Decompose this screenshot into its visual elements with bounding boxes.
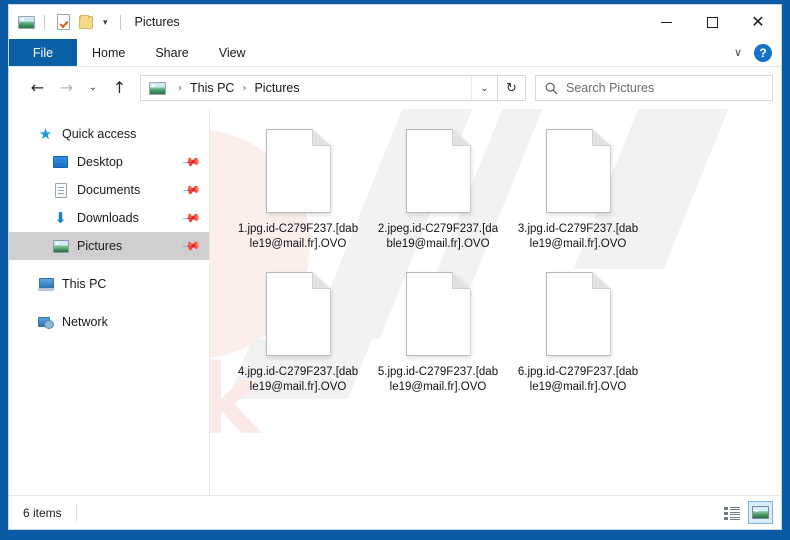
sidebar-item-label: Pictures <box>77 239 123 253</box>
file-list-pane[interactable]: risk 1.jpg.id-C279F237.[dable19@mail.fr]… <box>210 109 781 495</box>
sidebar-item-label: Desktop <box>77 155 123 169</box>
help-icon[interactable]: ? <box>754 43 772 62</box>
pin-icon[interactable]: 📌 <box>181 236 201 256</box>
minimize-icon <box>660 21 672 23</box>
minimize-button[interactable] <box>643 5 689 39</box>
sidebar-item-label: Network <box>62 315 108 329</box>
file-item[interactable]: 1.jpg.id-C279F237.[dable19@mail.fr].OVO <box>228 123 368 253</box>
pictures-icon[interactable] <box>17 13 35 31</box>
file-item[interactable]: 2.jpeg.id-C279F237.[dable19@mail.fr].OVO <box>368 123 508 253</box>
sidebar-item-documents[interactable]: Documents 📌 <box>9 176 209 204</box>
sidebar-item-desktop[interactable]: Desktop 📌 <box>9 148 209 176</box>
large-icons-view-icon <box>752 506 769 519</box>
generic-file-icon <box>265 129 331 213</box>
recent-locations-icon[interactable]: ⌄ <box>81 74 105 102</box>
sidebar-item-this-pc[interactable]: This PC <box>9 270 209 298</box>
sidebar-item-pictures[interactable]: Pictures 📌 <box>9 232 209 260</box>
file-item[interactable]: 3.jpg.id-C279F237.[dable19@mail.fr].OVO <box>508 123 648 253</box>
tab-home[interactable]: Home <box>77 39 140 66</box>
new-folder-icon[interactable] <box>77 13 95 31</box>
toolbar-divider-2 <box>119 14 121 30</box>
breadcrumb-this-pc[interactable]: This PC <box>188 81 236 95</box>
sidebar-item-label: This PC <box>62 277 107 291</box>
file-item[interactable]: 5.jpg.id-C279F237.[dable19@mail.fr].OVO <box>368 266 508 396</box>
file-item[interactable]: 6.jpg.id-C279F237.[dable19@mail.fr].OVO <box>508 266 648 396</box>
star-icon: ★ <box>38 124 53 143</box>
forward-icon[interactable]: → <box>52 74 81 102</box>
pictures-icon <box>149 81 166 95</box>
file-name-label: 4.jpg.id-C279F237.[dable19@mail.fr].OVO <box>237 366 359 393</box>
file-grid: 1.jpg.id-C279F237.[dable19@mail.fr].OVO … <box>228 123 775 409</box>
sidebar-item-label: Downloads <box>77 211 139 225</box>
up-icon[interactable]: ↑ <box>105 74 134 102</box>
sidebar-item-quick-access[interactable]: ★ Quick access <box>9 120 209 148</box>
details-view-icon <box>723 506 740 519</box>
pin-icon[interactable]: 📌 <box>181 180 201 200</box>
status-divider <box>75 504 77 521</box>
breadcrumb-separator-2: › <box>242 82 247 94</box>
documents-icon <box>52 182 69 199</box>
chevron-down-icon[interactable]: ∨ <box>730 44 746 61</box>
chevron-down-icon[interactable]: ⌄ <box>471 76 497 100</box>
sidebar-item-network[interactable]: Network <box>9 308 209 336</box>
maximize-icon <box>706 16 718 28</box>
search-icon <box>536 82 566 95</box>
ribbon-right-controls: ∨ ? <box>730 39 781 66</box>
pin-icon[interactable]: 📌 <box>181 152 201 172</box>
window-title: Pictures <box>134 15 180 29</box>
details-view-button[interactable] <box>719 501 744 524</box>
breadcrumb-pictures[interactable]: Pictures <box>252 81 301 95</box>
desktop-icon <box>52 154 69 171</box>
main-content: ★ Quick access Desktop 📌 Documents 📌 ⬇ D… <box>9 109 781 495</box>
large-icons-view-button[interactable] <box>748 501 773 524</box>
generic-file-icon <box>545 272 611 356</box>
generic-file-icon <box>405 129 471 213</box>
quick-access-toolbar: ▾ <box>9 13 125 31</box>
window-controls: ✕ <box>643 5 781 39</box>
toolbar-divider <box>44 14 45 30</box>
navigation-pane: ★ Quick access Desktop 📌 Documents 📌 ⬇ D… <box>9 109 210 495</box>
generic-file-icon <box>405 272 471 356</box>
properties-icon[interactable] <box>54 13 72 31</box>
sidebar-item-label: Quick access <box>62 127 137 141</box>
maximize-button[interactable] <box>689 5 735 39</box>
file-name-label: 2.jpeg.id-C279F237.[dable19@mail.fr].OVO <box>377 223 499 250</box>
file-item[interactable]: 4.jpg.id-C279F237.[dable19@mail.fr].OVO <box>228 266 368 396</box>
tab-share[interactable]: Share <box>140 39 203 66</box>
breadcrumb-separator: › <box>178 82 182 94</box>
tab-file[interactable]: File <box>9 39 77 66</box>
close-button[interactable]: ✕ <box>735 5 781 39</box>
pictures-icon <box>52 238 69 255</box>
network-icon <box>37 314 54 331</box>
tab-view[interactable]: View <box>204 39 261 66</box>
navigation-bar: ← → ⌄ ↑ › This PC › Pictures ⌄ ↻ Search … <box>9 67 781 109</box>
item-count-label: 6 items <box>23 505 62 520</box>
this-pc-icon <box>37 276 54 293</box>
file-name-label: 1.jpg.id-C279F237.[dable19@mail.fr].OVO <box>237 223 359 250</box>
search-input[interactable]: Search Pictures <box>566 81 654 95</box>
sidebar-item-label: Documents <box>77 183 141 197</box>
downloads-icon: ⬇ <box>54 208 67 227</box>
file-name-label: 6.jpg.id-C279F237.[dable19@mail.fr].OVO <box>517 366 639 393</box>
close-icon: ✕ <box>751 12 765 31</box>
file-name-label: 5.jpg.id-C279F237.[dable19@mail.fr].OVO <box>377 366 499 393</box>
generic-file-icon <box>265 272 331 356</box>
pin-icon[interactable]: 📌 <box>181 208 201 228</box>
status-bar: 6 items <box>9 495 781 529</box>
ribbon-tabs: File Home Share View ∨ ? <box>9 39 781 67</box>
file-name-label: 3.jpg.id-C279F237.[dable19@mail.fr].OVO <box>517 223 639 250</box>
title-bar: ▾ Pictures ✕ <box>9 5 781 39</box>
sidebar-item-downloads[interactable]: ⬇ Downloads 📌 <box>9 204 209 232</box>
file-explorer-window: ▾ Pictures ✕ File Home Share View ∨ ? ← … <box>8 4 782 530</box>
back-icon[interactable]: ← <box>23 74 52 102</box>
generic-file-icon <box>545 129 611 213</box>
chevron-down-icon[interactable]: ▾ <box>100 17 111 27</box>
search-box[interactable]: Search Pictures <box>535 75 773 101</box>
refresh-icon[interactable]: ↻ <box>498 75 526 101</box>
view-toggle-group <box>719 501 773 524</box>
address-bar[interactable]: › This PC › Pictures ⌄ <box>140 75 498 101</box>
